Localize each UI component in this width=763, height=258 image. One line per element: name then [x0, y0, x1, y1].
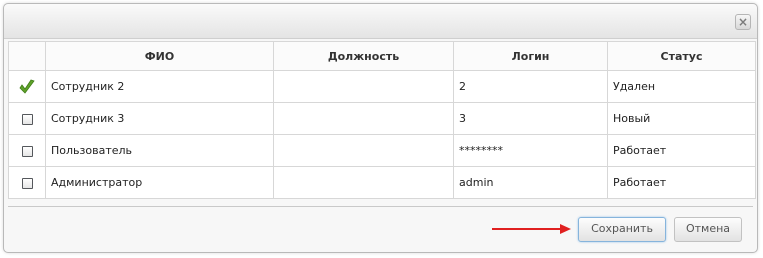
name-cell: Сотрудник 2 [45, 70, 274, 103]
position-cell [273, 166, 454, 199]
column-header-position[interactable]: Должность [273, 41, 454, 71]
cancel-button[interactable]: Отмена [674, 217, 742, 242]
position-cell [273, 102, 454, 135]
column-header-name[interactable]: ФИО [45, 41, 274, 71]
row-select-cell[interactable] [8, 166, 46, 199]
checkmark-icon[interactable] [18, 78, 36, 96]
status-cell: Работает [607, 134, 756, 167]
footer-divider [8, 206, 753, 207]
save-button[interactable]: Сохранить [578, 217, 666, 242]
table-row[interactable]: Пользователь ******** Работает [8, 134, 756, 167]
name-cell: Пользователь [45, 134, 274, 167]
table-row[interactable]: Сотрудник 2 2 Удален [8, 70, 756, 103]
column-header-login[interactable]: Логин [453, 41, 608, 71]
close-icon[interactable]: × [735, 14, 751, 30]
name-cell: Администратор [45, 166, 274, 199]
row-select-cell[interactable] [8, 70, 46, 103]
login-cell: admin [453, 166, 608, 199]
status-cell: Новый [607, 102, 756, 135]
login-cell: 3 [453, 102, 608, 135]
red-arrow [492, 224, 571, 234]
login-cell: ******** [453, 134, 608, 167]
status-cell: Работает [607, 166, 756, 199]
status-cell: Удален [607, 70, 756, 103]
checkbox-icon[interactable] [21, 177, 33, 189]
checkbox-icon[interactable] [21, 145, 33, 157]
login-cell: 2 [453, 70, 608, 103]
position-cell [273, 134, 454, 167]
users-dialog: × ФИО Должность Логин Статус Сотрудник 2… [3, 3, 758, 253]
row-select-cell[interactable] [8, 102, 46, 135]
table-row[interactable]: Сотрудник 3 3 Новый [8, 102, 756, 135]
dialog-titlebar: × [4, 4, 757, 39]
column-header-status[interactable]: Статус [607, 41, 756, 71]
table-row[interactable]: Администратор admin Работает [8, 166, 756, 199]
checkbox-icon[interactable] [21, 113, 33, 125]
users-table: ФИО Должность Логин Статус Сотрудник 2 2… [8, 41, 756, 199]
position-cell [273, 70, 454, 103]
column-header-select [8, 41, 46, 71]
table-header-row: ФИО Должность Логин Статус [8, 41, 756, 71]
row-select-cell[interactable] [8, 134, 46, 167]
name-cell: Сотрудник 3 [45, 102, 274, 135]
